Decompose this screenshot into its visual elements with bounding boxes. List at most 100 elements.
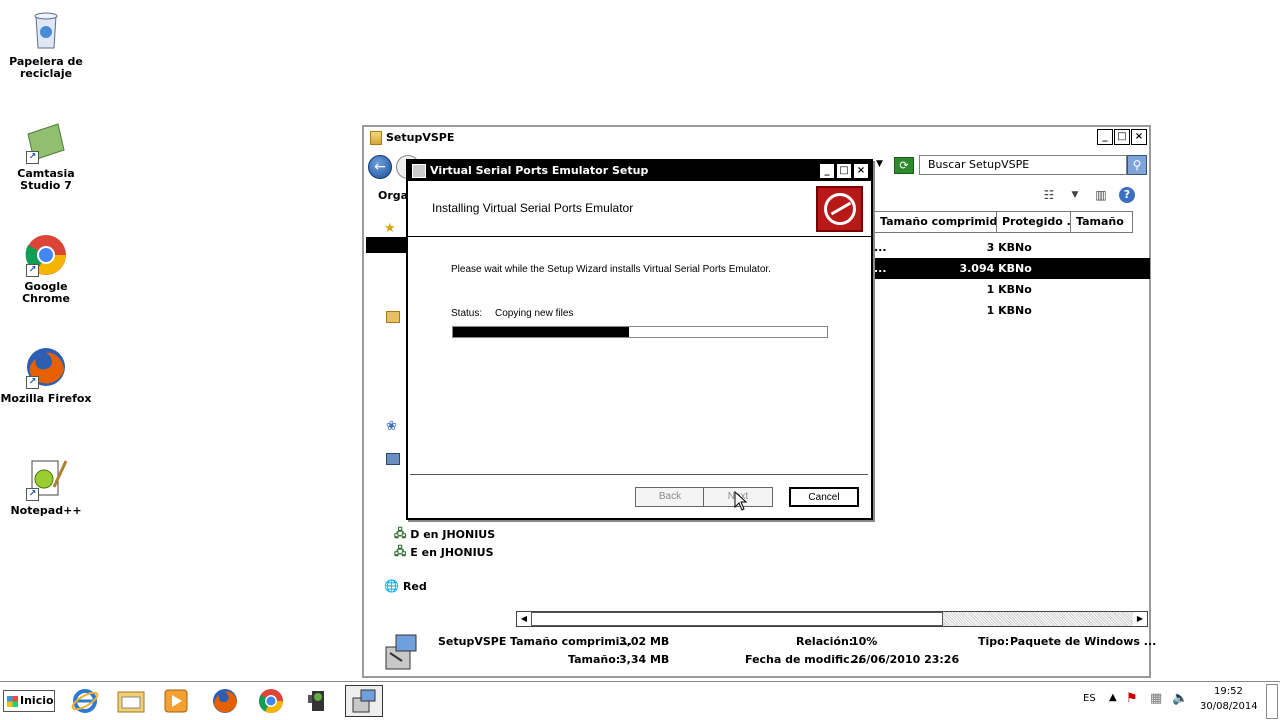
computer-icon[interactable] bbox=[386, 453, 400, 465]
desktop-icon-chrome[interactable]: ↗ Google Chrome bbox=[0, 233, 92, 305]
preview-pane-icon[interactable]: ▥ bbox=[1093, 187, 1109, 203]
minimize-button[interactable]: _ bbox=[819, 163, 835, 179]
favorites-icon[interactable]: ★ bbox=[384, 221, 396, 236]
close-button[interactable]: × bbox=[1131, 129, 1147, 145]
search-icon[interactable]: ⚲ bbox=[1127, 155, 1147, 175]
details-modified-value: 26/06/2010 23:26 bbox=[851, 653, 960, 666]
taskbar-media-player[interactable] bbox=[157, 685, 195, 717]
chevron-down-icon[interactable]: ▼ bbox=[1067, 187, 1083, 203]
chrome-icon bbox=[258, 689, 283, 714]
network-status-icon[interactable]: ▦ bbox=[1150, 691, 1162, 706]
dialog-title-bar[interactable]: Virtual Serial Ports Emulator Setup _ □ … bbox=[408, 161, 871, 181]
desktop-icon-camtasia[interactable]: ↗ Camtasia Studio 7 bbox=[0, 120, 92, 192]
taskbar-firefox[interactable] bbox=[206, 685, 244, 717]
row-protected: No bbox=[1015, 283, 1032, 296]
table-row[interactable]: 1 KB No bbox=[874, 300, 1150, 321]
setup-dialog: Virtual Serial Ports Emulator Setup _ □ … bbox=[406, 159, 873, 520]
start-label: Inicio bbox=[20, 694, 54, 707]
file-list: ... 3 KB No ... 3.094 KB No 1 KB No 1 KB… bbox=[874, 237, 1150, 321]
table-row[interactable]: ... 3.094 KB No bbox=[874, 258, 1150, 279]
row-protected: No bbox=[1015, 241, 1032, 254]
clock-time[interactable]: 19:52 bbox=[1214, 686, 1243, 697]
status-label: Status: bbox=[451, 308, 483, 319]
show-desktop-button[interactable] bbox=[1266, 684, 1278, 719]
scroll-left-arrow-icon[interactable]: ◀ bbox=[517, 612, 531, 626]
refresh-icon[interactable]: ⟳ bbox=[894, 157, 914, 174]
help-icon[interactable]: ? bbox=[1119, 187, 1135, 203]
firefox-icon bbox=[213, 689, 237, 713]
desktop-icon-recycle-bin[interactable]: Papelera de reciclaje bbox=[0, 8, 92, 80]
maximize-button[interactable]: □ bbox=[1114, 129, 1130, 145]
dialog-message: Please wait while the Setup Wizard insta… bbox=[451, 264, 771, 275]
address-dropdown-icon[interactable]: ▼ bbox=[876, 159, 883, 169]
desktop-icon-firefox[interactable]: ↗ Mozilla Firefox bbox=[0, 345, 92, 405]
nav-item-network[interactable]: 🌐 Red bbox=[384, 579, 427, 593]
taskbar-setup-installer[interactable] bbox=[345, 685, 383, 717]
close-button[interactable]: × bbox=[853, 163, 869, 179]
details-compressed-label: Tamaño comprimi... bbox=[510, 635, 632, 648]
libraries-icon[interactable] bbox=[386, 311, 400, 323]
row-protected: No bbox=[1015, 304, 1032, 317]
network-drive-icon: 🖧 bbox=[394, 527, 407, 540]
details-type-value: Paquete de Windows ... bbox=[1010, 635, 1157, 648]
column-header-protected[interactable]: Protegido ... bbox=[997, 211, 1071, 233]
volume-icon[interactable]: 🔈 bbox=[1172, 691, 1188, 706]
homegroup-icon[interactable]: ❀ bbox=[386, 419, 397, 434]
details-modified-label: Fecha de modific... bbox=[745, 653, 863, 666]
start-button[interactable]: Inicio bbox=[3, 690, 55, 712]
show-hidden-icons-icon[interactable]: ▲ bbox=[1109, 692, 1117, 703]
install-progress-bar bbox=[452, 326, 828, 338]
nav-item-drive-e[interactable]: 🖧 E en JHONIUS bbox=[394, 543, 494, 562]
row-truncated-name: ... bbox=[874, 262, 887, 275]
nav-item-label: E en JHONIUS bbox=[410, 546, 494, 559]
internet-explorer-icon bbox=[71, 689, 99, 713]
explorer-title: SetupVSPE bbox=[386, 131, 455, 144]
view-options-icon[interactable]: ☷ bbox=[1041, 187, 1057, 203]
horizontal-scrollbar[interactable]: ◀ ▶ bbox=[516, 611, 1148, 627]
table-row[interactable]: ... 3 KB No bbox=[874, 237, 1150, 258]
row-compressed-size: 1 KB bbox=[986, 283, 1015, 296]
vspe-logo-icon bbox=[816, 186, 863, 232]
taskbar-chrome[interactable] bbox=[252, 685, 290, 717]
column-header-compressed-size[interactable]: Tamaño comprimido bbox=[874, 211, 997, 233]
dialog-heading: Installing Virtual Serial Ports Emulator bbox=[432, 201, 634, 215]
action-center-flag-icon[interactable]: ⚑ bbox=[1126, 691, 1138, 706]
back-button[interactable]: Back bbox=[635, 487, 705, 507]
windows-flag-icon bbox=[7, 696, 18, 707]
cancel-button[interactable]: Cancel bbox=[789, 487, 859, 507]
details-size-value: 3,34 MB bbox=[619, 653, 670, 666]
minimize-button[interactable]: _ bbox=[1097, 129, 1113, 145]
shortcut-arrow-icon: ↗ bbox=[26, 264, 39, 277]
scrollbar-thumb[interactable] bbox=[531, 612, 943, 626]
scroll-right-arrow-icon[interactable]: ▶ bbox=[1133, 612, 1147, 626]
taskbar-internet-explorer[interactable] bbox=[66, 685, 104, 717]
installer-package-icon bbox=[382, 633, 420, 673]
status-value: Copying new files bbox=[495, 308, 574, 319]
maximize-button[interactable]: □ bbox=[836, 163, 852, 179]
dialog-title: Virtual Serial Ports Emulator Setup bbox=[430, 164, 649, 177]
desktop-icon-notepad-plus-plus[interactable]: ↗ Notepad++ bbox=[0, 457, 92, 517]
details-compressed-value: 3,02 MB bbox=[619, 635, 670, 648]
explorer-title-bar[interactable]: SetupVSPE _ □ × bbox=[364, 127, 1149, 149]
shortcut-arrow-icon: ↗ bbox=[26, 376, 39, 389]
language-indicator[interactable]: ES bbox=[1083, 693, 1096, 704]
nav-item-drive-d[interactable]: 🖧 D en JHONIUS bbox=[394, 525, 495, 544]
row-compressed-size: 3.094 KB bbox=[959, 262, 1015, 275]
nav-item-label: Red bbox=[402, 579, 427, 593]
back-arrow-icon[interactable]: ← bbox=[368, 155, 392, 179]
table-row[interactable]: 1 KB No bbox=[874, 279, 1150, 300]
row-protected: No bbox=[1015, 262, 1032, 275]
network-drive-icon: 🖧 bbox=[394, 545, 407, 558]
column-header-size[interactable]: Tamaño bbox=[1071, 211, 1133, 233]
nav-selected-item[interactable] bbox=[366, 237, 408, 253]
nav-item-label: D en JHONIUS bbox=[410, 528, 496, 541]
row-compressed-size: 1 KB bbox=[986, 304, 1015, 317]
recycle-bin-icon bbox=[24, 8, 68, 52]
shortcut-arrow-icon: ↗ bbox=[26, 488, 39, 501]
row-truncated-name: ... bbox=[874, 241, 887, 254]
taskbar-file-explorer[interactable] bbox=[112, 685, 150, 717]
search-input[interactable]: Buscar SetupVSPE bbox=[919, 155, 1127, 175]
clock-date[interactable]: 30/08/2014 bbox=[1200, 701, 1258, 712]
taskbar-camcorder[interactable] bbox=[299, 685, 337, 717]
details-ratio-value: 10% bbox=[851, 635, 878, 648]
